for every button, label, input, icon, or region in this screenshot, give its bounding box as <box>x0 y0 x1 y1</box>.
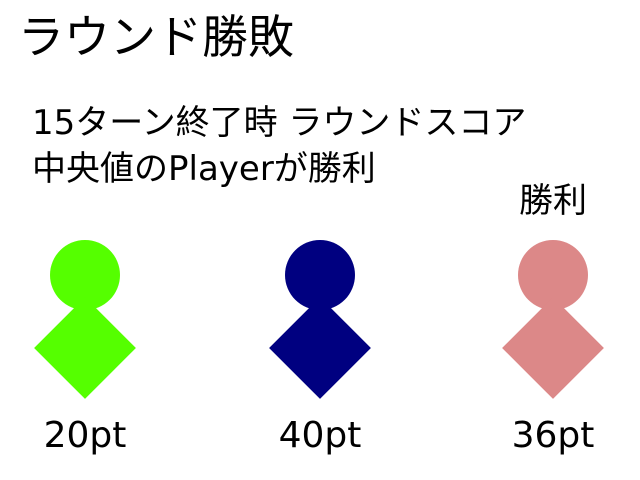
player-1-score: 20pt <box>43 415 127 456</box>
player-1-body <box>34 297 136 399</box>
round-result-screen: ラウンド勝敗 15ターン終了時 ラウンドスコア 中央値のPlayerが勝利 20… <box>0 0 640 480</box>
player-2-score: 40pt <box>278 415 362 456</box>
player-3-figure <box>498 240 608 400</box>
rule-text-line-1: 15ターン終了時 ラウンドスコア <box>32 103 527 143</box>
winner-label: 勝利 <box>519 181 587 221</box>
player-2-figure <box>265 240 375 400</box>
player-3-score: 36pt <box>511 415 595 456</box>
player-2-body <box>269 297 371 399</box>
player-3-body <box>502 297 604 399</box>
player-1-figure <box>30 240 140 400</box>
page-title: ラウンド勝敗 <box>18 10 294 64</box>
rule-text-line-2: 中央値のPlayerが勝利 <box>32 149 376 189</box>
